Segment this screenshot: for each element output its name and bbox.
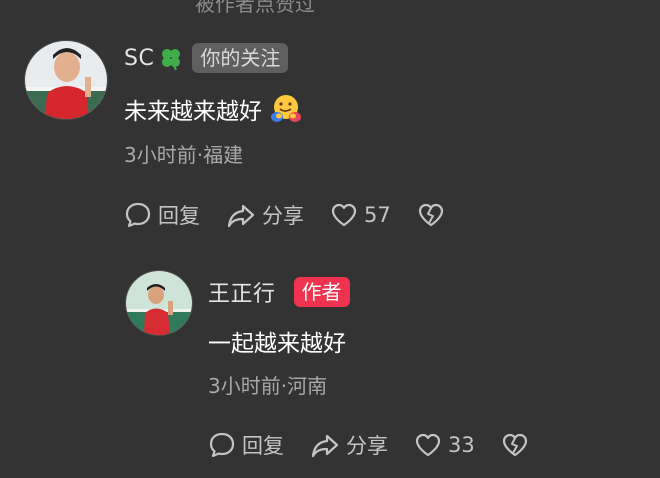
broken-heart-icon [418,203,443,227]
reply-button[interactable]: 回复 [208,430,284,460]
share-button[interactable]: 分享 [226,200,304,230]
comment-thread: 被作者点赞过 SC 你的关注 未来越来越好 3小时前·福建 回复 分享 57 王… [0,0,660,478]
dislike-button[interactable] [417,202,451,228]
hugging-face-emoji [271,95,301,122]
comment-meta: 3小时前·河南 [208,374,328,398]
heart-icon [331,203,357,227]
share-label: 分享 [262,204,304,228]
dislike-button[interactable] [501,432,535,458]
truncated-header-text: 被作者点赞过 [195,0,315,16]
like-count: 33 [448,433,475,457]
author-badge: 作者 [293,277,350,307]
name-row: 王正行 作者 [208,276,350,308]
reply-bubble-icon [209,432,235,458]
clover-icon [162,49,181,71]
comment-actions: 回复 分享 33 [208,430,535,460]
comment-text: 一起越来越好 [208,331,346,357]
broken-heart-icon [502,433,527,457]
comment-text: 未来越来越好 [124,99,262,125]
share-label: 分享 [346,434,388,458]
username[interactable]: 王正行 [208,276,276,308]
name-row: SC 你的关注 [124,43,289,73]
share-arrow-icon [311,434,339,458]
comment-meta: 3小时前·福建 [124,143,244,167]
reply-label: 回复 [158,204,200,228]
comment-text-container: 未来越来越好 [124,92,302,126]
like-count: 57 [364,203,391,227]
reply-button[interactable]: 回复 [124,200,200,230]
share-arrow-icon [227,204,255,228]
heart-icon [415,433,441,457]
username[interactable]: SC [124,46,154,71]
avatar[interactable] [125,270,193,336]
like-button[interactable]: 33 [414,432,475,458]
reply-label: 回复 [242,434,284,458]
reply-bubble-icon [125,202,151,228]
like-button[interactable]: 57 [330,202,391,228]
comment-actions: 回复 分享 57 [124,200,451,230]
following-badge: 你的关注 [192,43,289,73]
share-button[interactable]: 分享 [310,430,388,460]
avatar[interactable] [24,40,108,120]
